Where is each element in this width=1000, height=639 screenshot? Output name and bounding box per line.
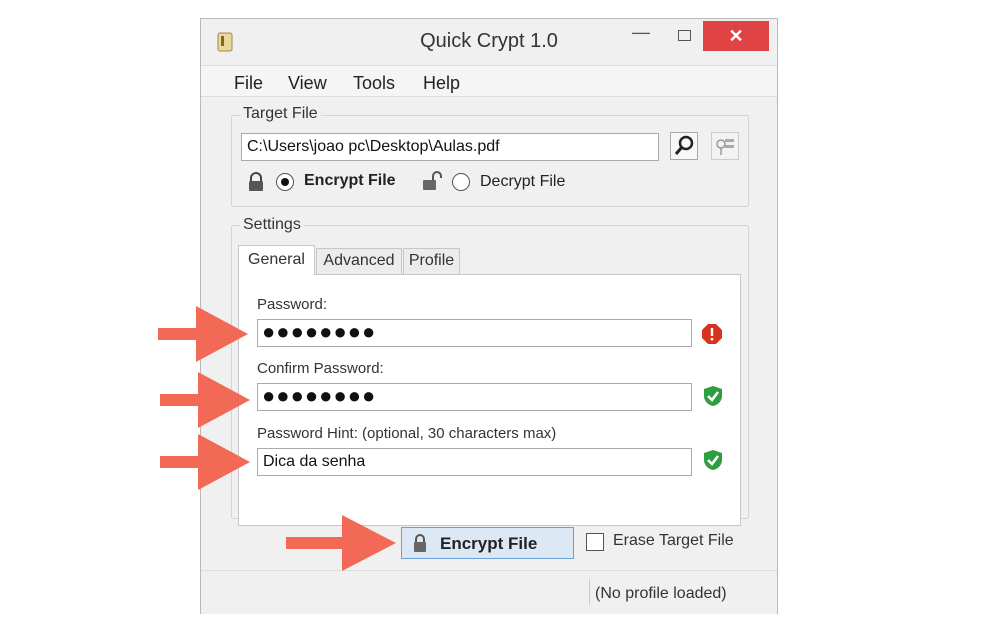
tab-profile[interactable]: Profile [403,248,460,274]
erase-target-file-checkbox[interactable] [586,533,604,551]
lock-icon [414,534,426,552]
menu-file[interactable]: File [234,73,263,94]
password-hint-label: Password Hint: (optional, 30 characters … [257,425,557,442]
encrypt-radio-label: Encrypt File [304,172,396,189]
target-file-label: Target File [240,105,321,123]
profile-status-text: (No profile loaded) [595,585,727,602]
menu-help[interactable]: Help [423,73,460,94]
menu-view[interactable]: View [288,73,327,94]
title-bar[interactable]: Quick Crypt 1.0 — ✕ [201,19,777,65]
close-button[interactable]: ✕ [703,21,769,51]
menu-bar: File View Tools Help [201,65,777,97]
encrypt-radio[interactable] [276,173,294,191]
confirm-password-label: Confirm Password: [257,360,384,377]
status-bar: (No profile loaded) [201,570,777,614]
maximize-icon [678,30,691,41]
maximize-button[interactable] [669,25,699,47]
encrypt-file-button-label: Encrypt File [440,534,538,553]
confirm-password-input[interactable]: ●●●●●●●● [257,383,692,411]
active-tab-joiner [239,273,314,275]
tab-general[interactable]: General [238,245,315,275]
target-file-path-input[interactable]: C:\Users\joao pc\Desktop\Aulas.pdf [241,133,659,161]
decrypt-radio-label: Decrypt File [480,173,566,190]
lock-icon [249,172,263,191]
encrypt-file-button[interactable]: Encrypt File [401,527,574,559]
password-label: Password: [257,296,328,313]
status-divider [589,579,590,605]
password-input[interactable]: ●●●●●●●● [257,319,692,347]
search-icon [674,135,694,155]
password-hint-input[interactable]: Dica da senha [257,448,692,476]
valid-check-icon [704,450,722,470]
arrow-annotation-confirm-password [160,372,250,428]
keys-icon [716,139,734,155]
error-icon [702,324,722,344]
decrypt-radio[interactable] [452,173,470,191]
browse-button[interactable] [670,132,698,160]
unlock-icon [423,171,442,190]
tab-advanced[interactable]: Advanced [316,248,402,274]
keys-button[interactable] [711,132,739,160]
erase-target-file-label: Erase Target File [613,532,734,549]
arrow-annotation-password [158,306,248,362]
valid-check-icon [704,386,722,406]
arrow-annotation-password-hint [160,434,250,490]
arrow-annotation-encrypt-button [286,515,396,571]
settings-label: Settings [240,216,304,234]
minimize-button[interactable]: — [626,23,656,47]
menu-tools[interactable]: Tools [353,73,395,94]
